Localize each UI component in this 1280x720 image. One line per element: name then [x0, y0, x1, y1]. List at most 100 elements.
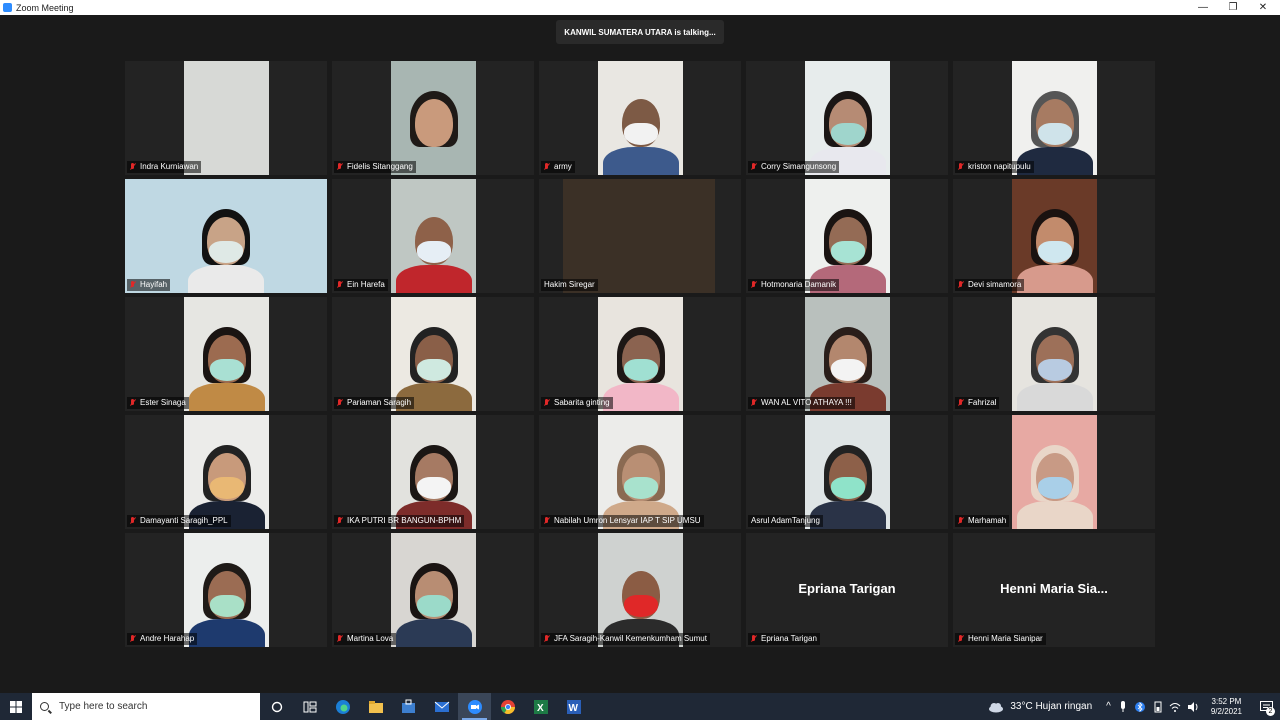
weather-text[interactable]: 33°C Hujan ringan [1010, 701, 1092, 712]
taskbar-search-box[interactable]: Type here to search [32, 693, 260, 720]
muted-microphone-icon [544, 635, 550, 643]
participant-video [1012, 297, 1097, 411]
participant-name-tag: kriston napitupulu [955, 161, 1034, 173]
face-mask [416, 595, 451, 617]
notification-center-button[interactable]: 2 [1256, 693, 1276, 720]
taskbar-file-explorer[interactable] [359, 693, 392, 720]
face-mask [623, 595, 658, 617]
participant-video [184, 533, 269, 647]
taskbar-store[interactable] [392, 693, 425, 720]
participant-tile[interactable]: JFA Saragih-Kanwil Kemenkumham Sumut [539, 533, 741, 647]
face-mask [1037, 241, 1072, 263]
participant-tile[interactable]: Hakim Siregar [539, 179, 741, 293]
participant-name: Martina Lova [347, 634, 394, 643]
participant-video [805, 179, 890, 293]
gallery-view: Indra Kurniawan Fidelis Sitanggang army Cor… [125, 61, 1155, 648]
participant-name: kriston napitupulu [968, 162, 1031, 171]
face-mask [1037, 359, 1072, 381]
chevron-up-icon[interactable]: ^ [1106, 701, 1111, 712]
svg-text:X: X [537, 703, 544, 714]
participant-tile[interactable]: Damayanti Saragih_PPL [125, 415, 327, 529]
participant-video [391, 415, 476, 529]
zoom-icon [467, 699, 482, 714]
participant-tile[interactable]: Fahrizal [953, 297, 1155, 411]
muted-microphone-icon [337, 163, 343, 171]
participant-body [188, 383, 265, 411]
face-mask [416, 241, 451, 263]
participant-tile[interactable]: Ein Harefa [332, 179, 534, 293]
face-mask [623, 359, 658, 381]
microphone-icon[interactable] [1119, 700, 1127, 713]
muted-microphone-icon [337, 635, 343, 643]
participant-video [805, 297, 890, 411]
muted-microphone-icon [958, 399, 964, 407]
muted-microphone-icon [751, 163, 757, 171]
restore-button[interactable]: ❐ [1218, 0, 1248, 15]
participant-tile[interactable]: IKA PUTRI BR BANGUN-BPHM [332, 415, 534, 529]
taskbar-excel[interactable]: X [524, 693, 557, 720]
taskbar-chrome[interactable] [491, 693, 524, 720]
taskbar-mail[interactable] [425, 693, 458, 720]
participant-name: Andre Harahap [140, 634, 195, 643]
participant-video [805, 61, 890, 175]
participant-tile[interactable]: kriston napitupulu [953, 61, 1155, 175]
minimize-button[interactable]: — [1188, 0, 1218, 15]
participant-name: Pariaman Saragih [347, 398, 412, 407]
bluetooth-icon[interactable] [1134, 701, 1145, 713]
close-button[interactable]: ✕ [1248, 0, 1278, 15]
muted-microphone-icon [751, 281, 757, 289]
battery-icon[interactable] [1153, 701, 1163, 713]
participant-tile[interactable]: Nabilah Umron Lensyar IAP T SIP UMSU [539, 415, 741, 529]
task-view-button[interactable] [293, 693, 326, 720]
start-button[interactable] [0, 693, 32, 720]
mail-icon [434, 701, 449, 712]
participant-name: Ester Sinaga [140, 398, 186, 407]
face-mask [1037, 477, 1072, 499]
zoom-meeting-window: Zoom Meeting — ❐ ✕ KANWIL SUMATERA UTARA… [0, 0, 1280, 720]
taskbar-zoom[interactable] [458, 693, 491, 720]
participant-name: WAN AL VITO ATHAYA !!! [761, 398, 852, 407]
muted-microphone-icon [544, 163, 550, 171]
face-mask [1037, 123, 1072, 145]
participant-tile[interactable]: Hayifah [125, 179, 327, 293]
participant-name-tag: Andre Harahap [127, 633, 198, 645]
participant-tile[interactable]: Pariaman Saragih [332, 297, 534, 411]
participant-video [125, 179, 327, 293]
participant-tile[interactable]: WAN AL VITO ATHAYA !!! [746, 297, 948, 411]
participant-name-tag: Fahrizal [955, 397, 1000, 409]
participant-body [1016, 501, 1093, 529]
participant-tile[interactable]: Marhamah [953, 415, 1155, 529]
participant-name: IKA PUTRI BR BANGUN-BPHM [347, 516, 462, 525]
participant-name-tag: Sabarita ginting [541, 397, 613, 409]
participant-body [188, 265, 264, 293]
volume-icon[interactable] [1187, 701, 1199, 713]
participant-name-tag: army [541, 161, 575, 173]
muted-microphone-icon [337, 517, 343, 525]
muted-microphone-icon [544, 517, 550, 525]
cortana-button[interactable] [260, 693, 293, 720]
active-speaker-banner: KANWIL SUMATERA UTARA is talking... [556, 20, 724, 44]
participant-name-tag: Martina Lova [334, 633, 397, 645]
participant-tile[interactable]: Sabarita ginting [539, 297, 741, 411]
participant-video [391, 297, 476, 411]
participant-tile[interactable]: Ester Sinaga [125, 297, 327, 411]
taskbar-edge[interactable] [326, 693, 359, 720]
participant-tile[interactable]: Fidelis Sitanggang [332, 61, 534, 175]
participant-tile[interactable]: Indra Kurniawan [125, 61, 327, 175]
participant-tile[interactable]: Martina Lova [332, 533, 534, 647]
participant-tile[interactable]: Epriana Tarigan Epriana Tarigan [746, 533, 948, 647]
participant-video [598, 415, 683, 529]
participant-tile[interactable]: Devi simamora [953, 179, 1155, 293]
participant-tile[interactable]: Corry Simangunsong [746, 61, 948, 175]
participant-tile[interactable]: army [539, 61, 741, 175]
wifi-icon[interactable] [1169, 701, 1181, 713]
participant-tile[interactable]: Henni Maria Sia... Henni Maria Sianipar [953, 533, 1155, 647]
face-mask [830, 477, 865, 499]
participant-tile[interactable]: Andre Harahap [125, 533, 327, 647]
participant-video [391, 533, 476, 647]
taskbar-clock[interactable]: 3:52 PM 9/2/2021 [1211, 697, 1242, 717]
participant-name: Damayanti Saragih_PPL [140, 516, 228, 525]
taskbar-word[interactable]: W [557, 693, 590, 720]
participant-tile[interactable]: Asrul AdamTanjung [746, 415, 948, 529]
participant-tile[interactable]: Hotmonaria Damanik [746, 179, 948, 293]
